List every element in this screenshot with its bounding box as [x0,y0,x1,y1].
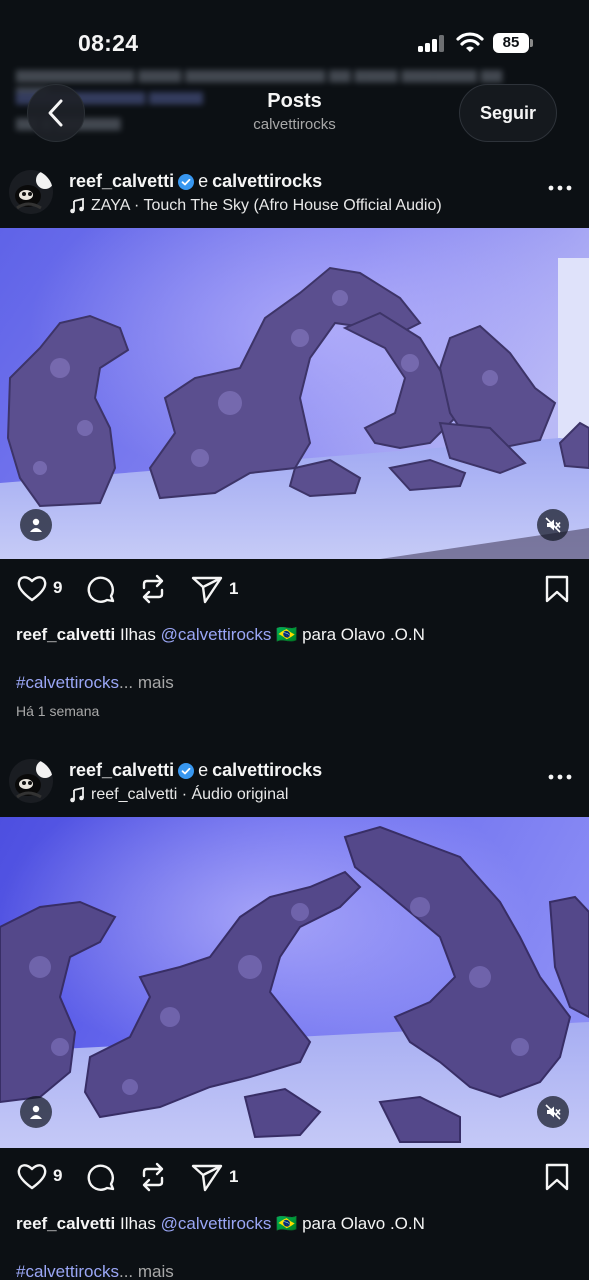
flag-emoji: 🇧🇷 [276,1214,298,1233]
repost-button[interactable] [139,1162,167,1192]
coauthor-link[interactable]: calvettirocks [212,171,322,192]
muted-icon [545,517,561,533]
status-time: 08:24 [78,30,139,56]
caption-author[interactable]: reef_calvetti [16,625,115,644]
share-icon [191,1164,223,1192]
heart-icon [17,1164,47,1190]
post-image[interactable] [0,817,589,1148]
battery-tip [530,39,533,47]
follow-button[interactable]: Seguir [459,84,557,142]
post-caption: reef_calvetti Ilhas @calvettirocks 🇧🇷 pa… [16,625,576,645]
comment-button[interactable] [86,1162,116,1192]
caption-rest: para Olavo .O.N [302,1214,425,1233]
caption-mention[interactable]: @calvettirocks [161,1214,272,1233]
caption-rest: para Olavo .O.N [302,625,425,644]
like-count: 9 [53,1166,63,1185]
post-authors: reef_calvetti e calvettirocks [69,760,322,781]
status-bar: 08:24 85 [0,0,589,64]
heart-icon [17,576,47,602]
user-tag-icon [30,1105,42,1119]
caption-text: Ilhas [119,1214,156,1233]
verified-icon [178,762,195,779]
caption-mention[interactable]: @calvettirocks [161,625,272,644]
save-button[interactable] [544,1162,570,1192]
post-caption: reef_calvetti Ilhas @calvettirocks 🇧🇷 pa… [16,1214,576,1234]
authors-joiner: e [198,760,209,780]
post-image[interactable] [0,228,589,559]
flag-emoji: 🇧🇷 [276,625,298,644]
repost-icon [142,1162,164,1192]
post-authors: reef_calvetti e calvettirocks [69,171,322,192]
verified-icon [178,173,195,190]
share-button[interactable]: 1 [191,1162,238,1192]
more-icon[interactable] [547,767,573,787]
more-link[interactable]: ... mais [119,673,174,692]
post-timestamp: Há 1 semana [16,703,100,719]
tagged-users-button[interactable] [20,1096,52,1128]
share-icon [191,576,223,604]
share-count: 1 [229,579,239,598]
battery-icon: 85 [493,33,529,53]
caption-text: Ilhas [119,625,156,644]
post-actions: 9 1 [0,1162,589,1202]
coauthor-link[interactable]: calvettirocks [212,760,322,781]
caption-hashtags: #calvettirocks... mais [16,1262,576,1280]
comment-icon [87,576,115,603]
share-button[interactable]: 1 [191,574,238,604]
music-note-icon [70,198,84,214]
muted-icon [545,1104,561,1120]
bookmark-icon [545,1163,569,1191]
user-tag-icon [30,518,42,532]
mute-button[interactable] [537,509,569,541]
signal-icon [418,34,448,52]
post-actions: 9 1 [0,574,589,614]
hashtag-link[interactable]: #calvettirocks [16,673,119,692]
caption-author[interactable]: reef_calvetti [16,1214,115,1233]
audio-link[interactable]: ZAYA · Touch The Sky (Afro House Officia… [69,197,442,215]
music-note-icon [70,787,84,803]
author-link[interactable]: reef_calvetti [69,171,174,192]
comment-icon [87,1164,115,1191]
mute-button[interactable] [537,1096,569,1128]
tagged-users-button[interactable] [20,509,52,541]
avatar[interactable] [9,759,53,803]
avatar[interactable] [9,170,53,214]
like-button[interactable]: 9 [17,574,62,602]
comment-button[interactable] [86,574,116,604]
audio-title: reef_calvetti · Áudio original [91,786,289,803]
audio-link[interactable]: reef_calvetti · Áudio original [69,786,288,804]
repost-button[interactable] [139,574,167,604]
header: Posts calvettirocks Seguir [0,78,589,148]
caption-hashtags: #calvettirocks... mais [16,673,576,693]
post-header: reef_calvetti e calvettirocks reef_calve… [0,759,589,819]
bookmark-icon [545,575,569,603]
audio-title: ZAYA · Touch The Sky (Afro House Officia… [91,197,442,214]
like-button[interactable]: 9 [17,1162,62,1190]
more-icon[interactable] [547,178,573,198]
wifi-icon [456,32,484,52]
post-header: reef_calvetti e calvettirocks ZAYA · Tou… [0,170,589,230]
share-count: 1 [229,1167,239,1186]
more-link[interactable]: ... mais [119,1262,174,1280]
like-count: 9 [53,578,63,597]
authors-joiner: e [198,171,209,191]
author-link[interactable]: reef_calvetti [69,760,174,781]
save-button[interactable] [544,574,570,604]
repost-icon [142,574,164,604]
hashtag-link[interactable]: #calvettirocks [16,1262,119,1280]
